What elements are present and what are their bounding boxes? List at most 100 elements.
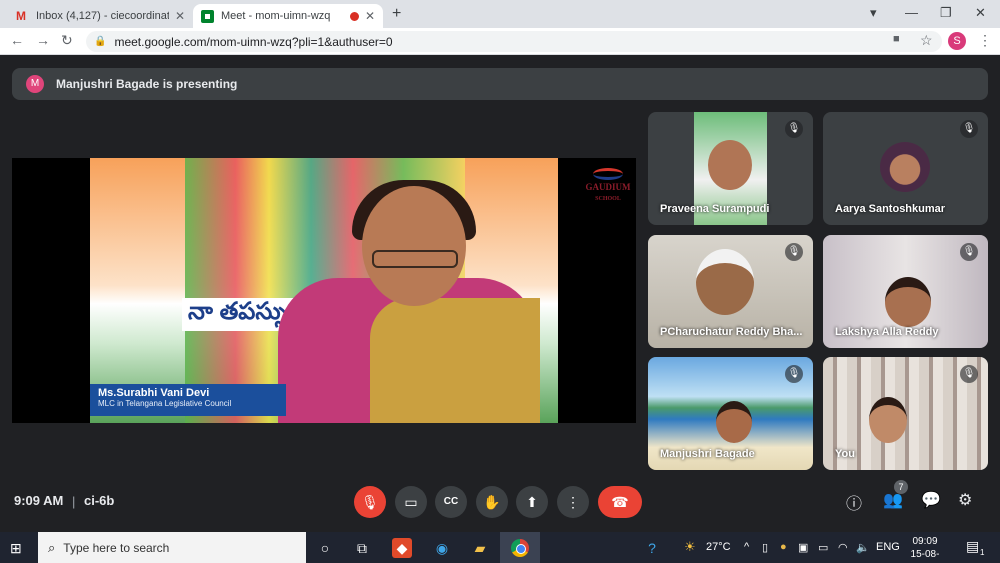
url-text: meet.google.com/mom-uimn-wzq?pli=1&authu… (114, 34, 393, 49)
close-tab-icon[interactable]: ✕ (365, 9, 375, 23)
name-lower-third: Ms.Surabhi Vani Devi MLC in Telangana Le… (90, 384, 286, 416)
school-logo-mark (593, 168, 623, 180)
speaker-face (362, 186, 466, 306)
participant-face (869, 397, 907, 443)
notifications-icon[interactable]: ▤ (966, 538, 979, 555)
school-logo-text: GAUDIUM (585, 182, 631, 192)
profile-avatar[interactable]: S (948, 32, 966, 50)
clock-date: 15-08-2021 (910, 549, 940, 563)
participant-name: Manjushri Bagade (660, 448, 755, 460)
task-view-icon[interactable]: ⧉ (352, 538, 372, 558)
speaker-glasses (372, 250, 458, 268)
tray-app-icon[interactable]: ● (780, 541, 787, 553)
presenting-banner: M Manjushri Bagade is presenting (12, 68, 988, 100)
speaker-role: MLC in Telangana Legislative Council (98, 399, 232, 408)
participant-face (696, 249, 754, 315)
participant-tile[interactable]: 🎙 Lakshya Alla Reddy (823, 235, 988, 348)
tab-title: Inbox (4,127) - ciecoordinator@t (36, 10, 169, 22)
presenter-avatar: M (26, 75, 44, 93)
leave-call-button[interactable]: ☎ (598, 486, 642, 518)
address-bar[interactable]: 🔒 meet.google.com/mom-uimn-wzq?pli=1&aut… (86, 31, 942, 52)
maximize-button[interactable]: ❐ (940, 5, 952, 21)
back-icon[interactable]: ← (10, 32, 24, 48)
edge-icon[interactable]: ◉ (432, 538, 452, 558)
participant-face (885, 277, 931, 327)
tray-app-icon[interactable]: ▣ (798, 541, 808, 554)
captions-button[interactable]: CC (435, 486, 467, 518)
taskbar-clock[interactable]: 09:09 15-08-2021 (900, 535, 950, 563)
participant-name: Praveena Surampudi (660, 203, 770, 215)
more-options-button[interactable]: ⋮ (557, 486, 589, 518)
bookmark-star-icon[interactable]: ☆ (920, 32, 933, 49)
mic-off-icon: 🎙 (785, 365, 803, 383)
mic-off-icon: 🎙 (785, 120, 803, 138)
wifi-icon[interactable]: ◠ (838, 541, 848, 554)
tab-inbox[interactable]: Inbox (4,127) - ciecoordinator@t ✕ (8, 4, 193, 28)
weather-temp: 27°C (706, 541, 731, 553)
notification-count: 1 (980, 548, 985, 557)
participant-tile[interactable]: 🎙 Manjushri Bagade (648, 357, 813, 470)
close-tab-icon[interactable]: ✕ (175, 9, 185, 23)
meet-icon (201, 9, 214, 23)
tab-search-icon[interactable]: ▾ (870, 5, 877, 21)
participant-avatar (880, 142, 930, 192)
school-logo-sub: SCHOOL (595, 196, 621, 202)
search-placeholder: Type here to search (63, 540, 170, 555)
activities-icon[interactable]: ⚙ (958, 490, 972, 510)
chat-icon[interactable]: 💬 (921, 490, 941, 510)
presenting-text: Manjushri Bagade is presenting (56, 77, 238, 91)
separator: | (72, 494, 76, 509)
windows-taskbar: ⊞ ⌕ Type here to search ○ ⧉ ◆ ◉ ▰ ? ☀ 27… (0, 532, 1000, 563)
cortana-icon[interactable]: ○ (315, 538, 335, 558)
new-tab-button[interactable]: + (392, 5, 401, 23)
meeting-code: ci-6b (84, 493, 115, 508)
present-now-button[interactable]: ⬆ (516, 486, 548, 518)
volume-icon[interactable]: 🔈 (856, 541, 870, 554)
lock-icon[interactable]: 🔒 (94, 36, 106, 47)
presentation-video[interactable]: నా తపస్సు GAUDIUM SCHOOL Ms.Surabhi Vani… (12, 158, 636, 423)
battery-icon[interactable]: ▭ (818, 541, 828, 554)
windows-start-icon[interactable]: ⊞ (10, 540, 22, 557)
participant-tile[interactable]: 🎙 Aarya Santoshkumar (823, 112, 988, 225)
close-window-button[interactable]: ✕ (975, 5, 986, 21)
camera-toggle-button[interactable]: ▭ (395, 486, 427, 518)
self-tile[interactable]: 🎙 You (823, 357, 988, 470)
tab-meet[interactable]: Meet - mom-uimn-wzq ✕ (193, 4, 383, 28)
mic-toggle-button[interactable]: 🎙 (354, 486, 386, 518)
mic-off-icon: 🎙 (960, 243, 978, 261)
camera-icon[interactable]: ■ (893, 33, 900, 45)
weather-icon[interactable]: ☀ (684, 539, 696, 555)
browser-toolbar: ← → ↻ 🔒 meet.google.com/mom-uimn-wzq?pli… (0, 28, 1000, 55)
tab-title: Meet - mom-uimn-wzq (221, 10, 331, 22)
raise-hand-button[interactable]: ✋ (476, 486, 508, 518)
tray-app-icon[interactable]: ▯ (762, 541, 768, 554)
taskbar-search-input[interactable]: ⌕ Type here to search (38, 532, 306, 563)
search-icon: ⌕ (48, 539, 56, 555)
language-indicator[interactable]: ENG (876, 541, 900, 553)
participant-face (708, 140, 752, 190)
participant-tile[interactable]: 🎙 PCharuchatur Reddy Bha... (648, 235, 813, 348)
participant-name: You (835, 448, 855, 460)
help-icon[interactable]: ? (642, 538, 662, 558)
tray-expand-icon[interactable]: ^ (744, 541, 749, 553)
people-icon[interactable]: 👥 (883, 490, 903, 510)
participant-tile[interactable]: 🎙 Praveena Surampudi (648, 112, 813, 225)
browser-tab-strip: Inbox (4,127) - ciecoordinator@t ✕ Meet … (0, 0, 1000, 28)
participant-face (716, 401, 752, 443)
forward-icon[interactable]: → (36, 32, 50, 48)
participant-name: Lakshya Alla Reddy (835, 326, 939, 338)
meeting-details-icon[interactable]: ⓘ (846, 490, 862, 514)
gmail-icon (16, 9, 29, 23)
speaker-pallu (370, 298, 540, 423)
reload-icon[interactable]: ↻ (61, 32, 73, 49)
school-logo: GAUDIUM SCHOOL (578, 168, 636, 202)
mic-off-icon: 🎙 (960, 365, 978, 383)
minimize-button[interactable]: — (905, 5, 918, 20)
participant-name: PCharuchatur Reddy Bha... (660, 326, 803, 338)
chrome-taskbar-button[interactable] (500, 532, 540, 563)
speaker-name: Ms.Surabhi Vani Devi (98, 387, 210, 399)
menu-icon[interactable]: ⋮ (978, 32, 992, 49)
file-explorer-icon[interactable]: ▰ (470, 538, 490, 558)
mic-off-icon: 🎙 (960, 120, 978, 138)
anydesk-icon[interactable]: ◆ (392, 538, 412, 558)
